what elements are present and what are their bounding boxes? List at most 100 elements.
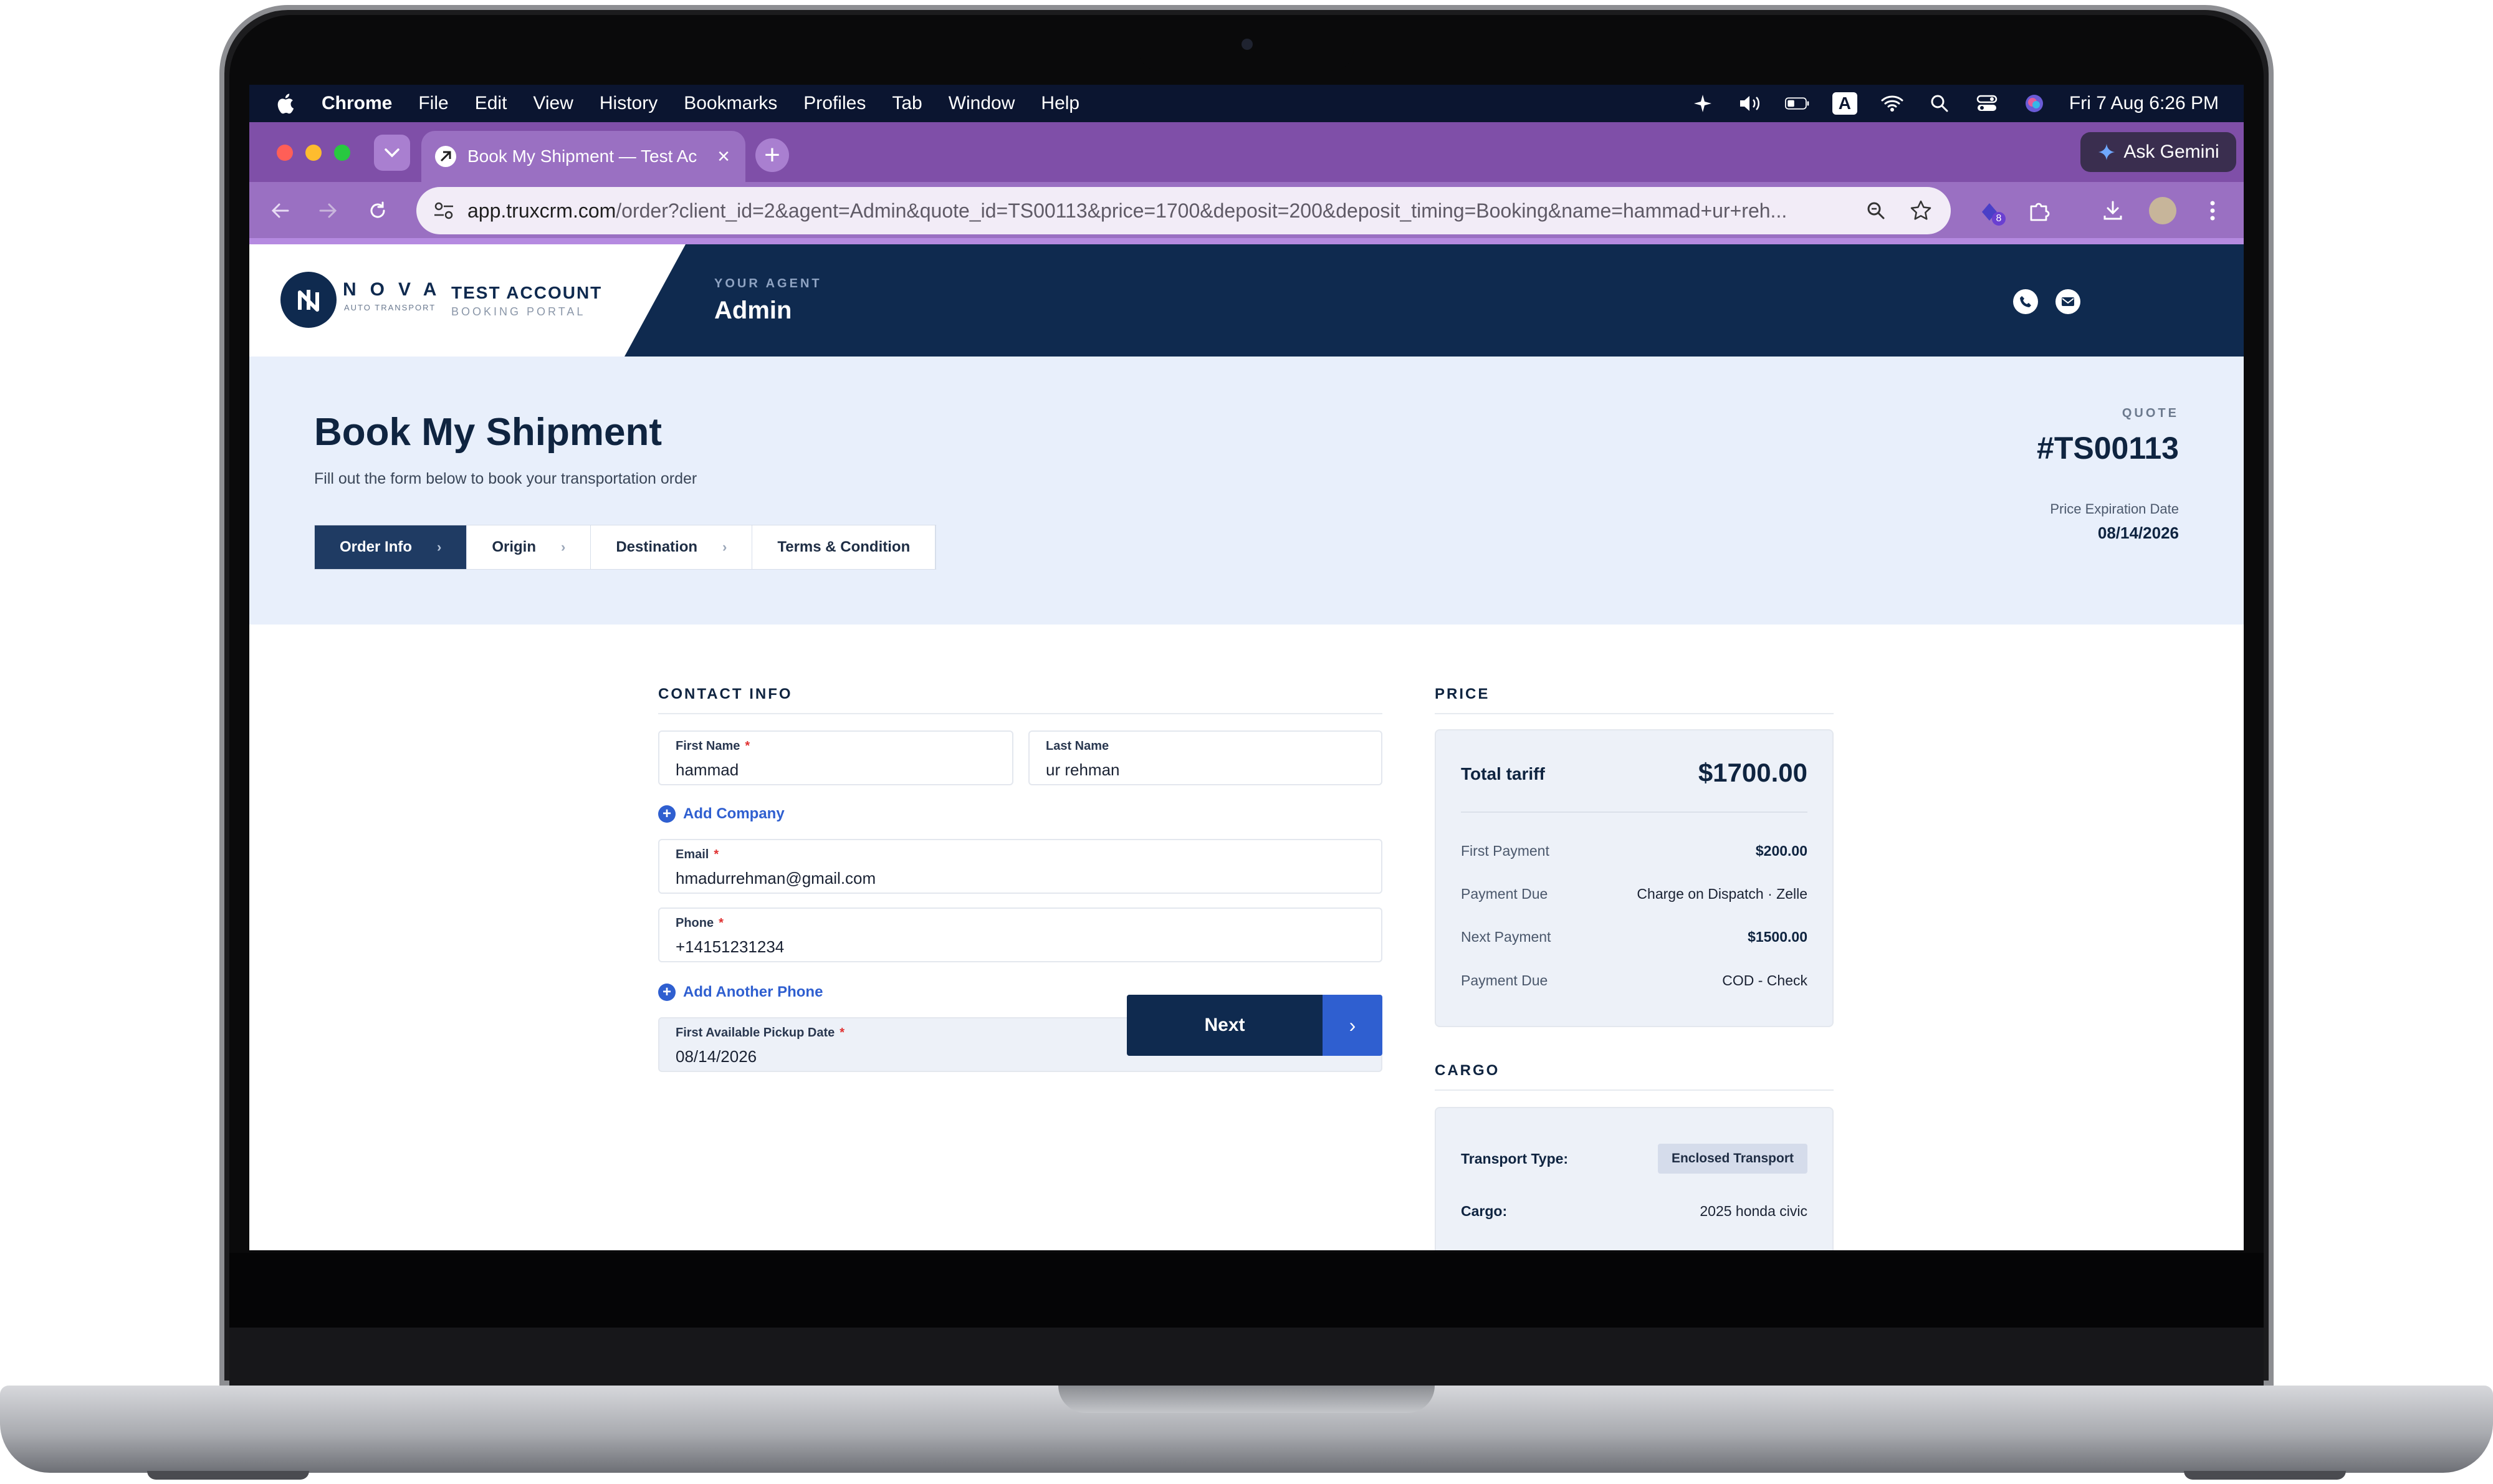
url-host: app.truxcrm.com xyxy=(467,199,616,222)
logo-name: NOVA xyxy=(343,279,451,300)
price-row: First Payment $200.00 xyxy=(1461,843,1807,861)
first-name-value[interactable]: hammad xyxy=(676,760,739,780)
first-name-field[interactable]: First Name * hammad xyxy=(658,730,1013,785)
tab-search-button[interactable] xyxy=(374,135,410,171)
email-icon[interactable] xyxy=(2055,289,2080,314)
quote-label: QUOTE xyxy=(2122,406,2179,420)
price-divider xyxy=(1461,811,1807,813)
cargo-value: 2025 honda civic xyxy=(1700,1202,1807,1219)
tab-label: Order Info xyxy=(340,539,413,555)
menu-bar-clock[interactable]: Fri 7 Aug 6:26 PM xyxy=(2069,93,2219,114)
price-row-value: COD - Check xyxy=(1722,972,1807,989)
camera-icon xyxy=(1242,39,1253,50)
battery-icon[interactable] xyxy=(1784,91,1810,116)
menu-history[interactable]: History xyxy=(600,93,658,114)
ask-gemini-button[interactable]: Ask Gemini xyxy=(2080,132,2236,172)
reload-icon[interactable] xyxy=(364,197,391,224)
cargo-heading: CARGO xyxy=(1435,1062,1500,1079)
tab-close-icon[interactable]: × xyxy=(713,145,734,168)
extensions-puzzle-icon[interactable] xyxy=(2026,197,2053,224)
booking-hero: Book My Shipment Fill out the form below… xyxy=(249,357,2244,625)
chrome-menu-icon[interactable] xyxy=(2199,197,2226,224)
control-center-icon[interactable] xyxy=(1974,91,1999,116)
phone-icon[interactable] xyxy=(2013,289,2038,314)
bookmark-star-icon[interactable] xyxy=(1908,198,1933,223)
phone-value[interactable]: +14151231234 xyxy=(676,937,784,957)
menu-help[interactable]: Help xyxy=(1041,93,1079,114)
add-another-phone-link[interactable]: + Add Another Phone xyxy=(658,984,823,1001)
menu-profiles[interactable]: Profiles xyxy=(803,93,866,114)
step-tabs: Order Info › Origin › Destination › Term… xyxy=(314,525,937,570)
menu-view[interactable]: View xyxy=(533,93,573,114)
menu-bar-status-area: A Fri 7 Aug 6:26 PM xyxy=(1690,85,2219,122)
siri-icon[interactable] xyxy=(2022,91,2047,116)
site-settings-icon[interactable] xyxy=(429,196,459,226)
profile-avatar-icon[interactable] xyxy=(2149,197,2176,224)
back-arrow-icon[interactable] xyxy=(267,197,294,224)
address-bar[interactable]: app.truxcrm.com/order?client_id=2&agent=… xyxy=(416,187,1951,234)
email-value[interactable]: hmadurrehman@gmail.com xyxy=(676,869,876,888)
price-card: Total tariff $1700.00 First Payment $200… xyxy=(1435,729,1834,1027)
email-label: Email * xyxy=(676,848,719,861)
forward-arrow-icon[interactable] xyxy=(314,197,342,224)
next-button[interactable]: Next › xyxy=(1127,995,1382,1056)
toolbar-divider xyxy=(249,238,2244,244)
page-title: Book My Shipment xyxy=(314,411,663,454)
chevron-right-icon: › xyxy=(437,539,442,555)
agent-name: Admin xyxy=(714,297,792,324)
menu-edit[interactable]: Edit xyxy=(475,93,507,114)
window-close-button[interactable] xyxy=(277,145,293,161)
price-heading: PRICE xyxy=(1435,686,1490,702)
page-subtitle: Fill out the form below to book your tra… xyxy=(314,470,697,487)
tab-origin[interactable]: Origin › xyxy=(467,525,591,569)
tab-destination[interactable]: Destination › xyxy=(591,525,753,569)
email-field[interactable]: Email * hmadurrehman@gmail.com xyxy=(658,839,1382,894)
tab-order-info[interactable]: Order Info › xyxy=(315,525,467,569)
price-row: Payment Due Charge on Dispatch · Zelle xyxy=(1461,886,1807,904)
tab-label: Terms & Condition xyxy=(777,539,911,555)
pickup-date-value[interactable]: 08/14/2026 xyxy=(676,1047,757,1066)
extension-icon[interactable]: 8 xyxy=(1976,197,2006,226)
laptop-foot-left xyxy=(147,1471,309,1480)
add-company-link[interactable]: + Add Company xyxy=(658,805,785,823)
window-minimize-button[interactable] xyxy=(305,145,322,161)
price-row-value: Charge on Dispatch · Zelle xyxy=(1637,886,1807,902)
price-row-label: First Payment xyxy=(1461,843,1549,859)
spotlight-search-icon[interactable] xyxy=(1927,91,1952,116)
tab-terms[interactable]: Terms & Condition xyxy=(752,525,936,569)
browser-tab-strip: Book My Shipment — Test Ac × + Ask Gemin… xyxy=(249,122,2244,182)
price-row: Payment Due COD - Check xyxy=(1461,972,1807,991)
account-subtitle: BOOKING PORTAL xyxy=(451,305,586,318)
url-text[interactable]: app.truxcrm.com/order?client_id=2&agent=… xyxy=(467,199,1845,223)
input-source-indicator[interactable]: A xyxy=(1832,92,1857,115)
last-name-value[interactable]: ur rehman xyxy=(1046,760,1120,780)
bottom-bezel xyxy=(229,1253,2264,1328)
downloads-icon[interactable] xyxy=(2099,197,2127,224)
wifi-icon[interactable] xyxy=(1880,91,1905,116)
menu-app-name[interactable]: Chrome xyxy=(322,93,392,114)
transport-type-badge: Enclosed Transport xyxy=(1657,1144,1807,1174)
last-name-label: Last Name xyxy=(1046,739,1109,753)
nova-logo-icon[interactable] xyxy=(280,272,337,328)
phone-field[interactable]: Phone * +14151231234 xyxy=(658,907,1382,962)
laptop-base-notch xyxy=(1058,1386,1435,1413)
menu-window[interactable]: Window xyxy=(949,93,1015,114)
last-name-field[interactable]: Last Name ur rehman xyxy=(1028,730,1382,785)
browser-tab-active[interactable]: Book My Shipment — Test Ac × xyxy=(421,131,745,182)
apple-logo-icon[interactable] xyxy=(274,93,295,114)
sparkle-icon[interactable] xyxy=(1690,91,1715,116)
volume-icon[interactable] xyxy=(1738,91,1763,116)
price-row-value: $200.00 xyxy=(1755,843,1807,859)
price-heading-rule xyxy=(1435,713,1834,714)
window-zoom-button[interactable] xyxy=(334,145,350,161)
gemini-icon xyxy=(2098,143,2115,161)
chevron-right-icon: › xyxy=(1323,995,1382,1056)
price-expiration-date: 08/14/2026 xyxy=(2097,524,2179,542)
new-tab-button[interactable]: + xyxy=(755,138,789,172)
zoom-magnifier-icon[interactable] xyxy=(1864,198,1888,223)
screen: Chrome File Edit View History Bookmarks … xyxy=(249,85,2244,1250)
menu-tab[interactable]: Tab xyxy=(892,93,922,114)
menu-bookmarks[interactable]: Bookmarks xyxy=(684,93,777,114)
laptop-foot-right xyxy=(2184,1471,2346,1480)
menu-file[interactable]: File xyxy=(418,93,448,114)
